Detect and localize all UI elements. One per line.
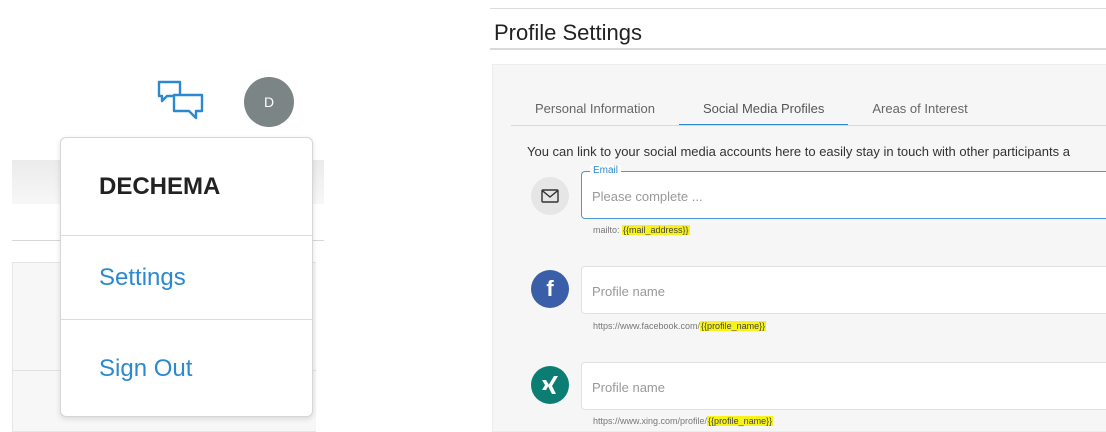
tab-personal-information[interactable]: Personal Information [511,91,679,125]
facebook-hint-token: {{profile_name}} [700,321,767,331]
user-menu-area: D DECHEMA Settings Sign Out [0,0,330,432]
facebook-hint: https://www.facebook.com/{{profile_name}… [593,321,767,331]
organization-name: DECHEMA [61,138,312,236]
facebook-profile-input[interactable] [592,281,1092,301]
chat-button[interactable] [156,78,206,128]
email-hint: mailto: {{mail_address}} [593,225,690,235]
tab-social-media-profiles[interactable]: Social Media Profiles [678,91,849,126]
user-dropdown-menu: DECHEMA Settings Sign Out [60,137,313,417]
page-title: Profile Settings [494,20,642,45]
facebook-hint-prefix: https://www.facebook.com/ [593,321,701,331]
xing-hint-prefix: https://www.xing.com/profile/ [593,416,708,426]
title-divider [490,48,1106,50]
sign-out-menu-item[interactable]: Sign Out [61,320,312,416]
tabs-divider [511,125,1106,126]
facebook-icon: f [531,270,569,308]
email-hint-prefix: mailto: [593,225,623,235]
mail-icon [531,177,569,215]
facebook-field-wrapper [581,266,1106,314]
chat-bubbles-icon [157,80,204,120]
profile-settings-area: Profile Settings Personal Information So… [490,0,1106,432]
xing-field-wrapper [581,362,1106,410]
email-field-label: Email [590,165,622,176]
top-divider [490,8,1106,9]
profile-card: Personal Information Social Media Profil… [492,64,1106,432]
xing-hint-token: {{profile_name}} [707,416,774,426]
tab-bar: Personal Information Social Media Profil… [511,91,992,127]
xing-icon [531,366,569,404]
settings-menu-item[interactable]: Settings [61,236,312,320]
email-field-wrapper: Email [581,165,1106,219]
avatar[interactable]: D [244,77,294,127]
intro-text: You can link to your social media accoun… [527,144,1070,159]
email-input[interactable] [592,186,1092,206]
xing-hint: https://www.xing.com/profile/{{profile_n… [593,416,774,426]
avatar-initial: D [263,94,275,110]
xing-profile-input[interactable] [592,377,1092,397]
tab-areas-of-interest[interactable]: Areas of Interest [848,91,991,125]
email-hint-token: {{mail_address}} [622,225,690,235]
